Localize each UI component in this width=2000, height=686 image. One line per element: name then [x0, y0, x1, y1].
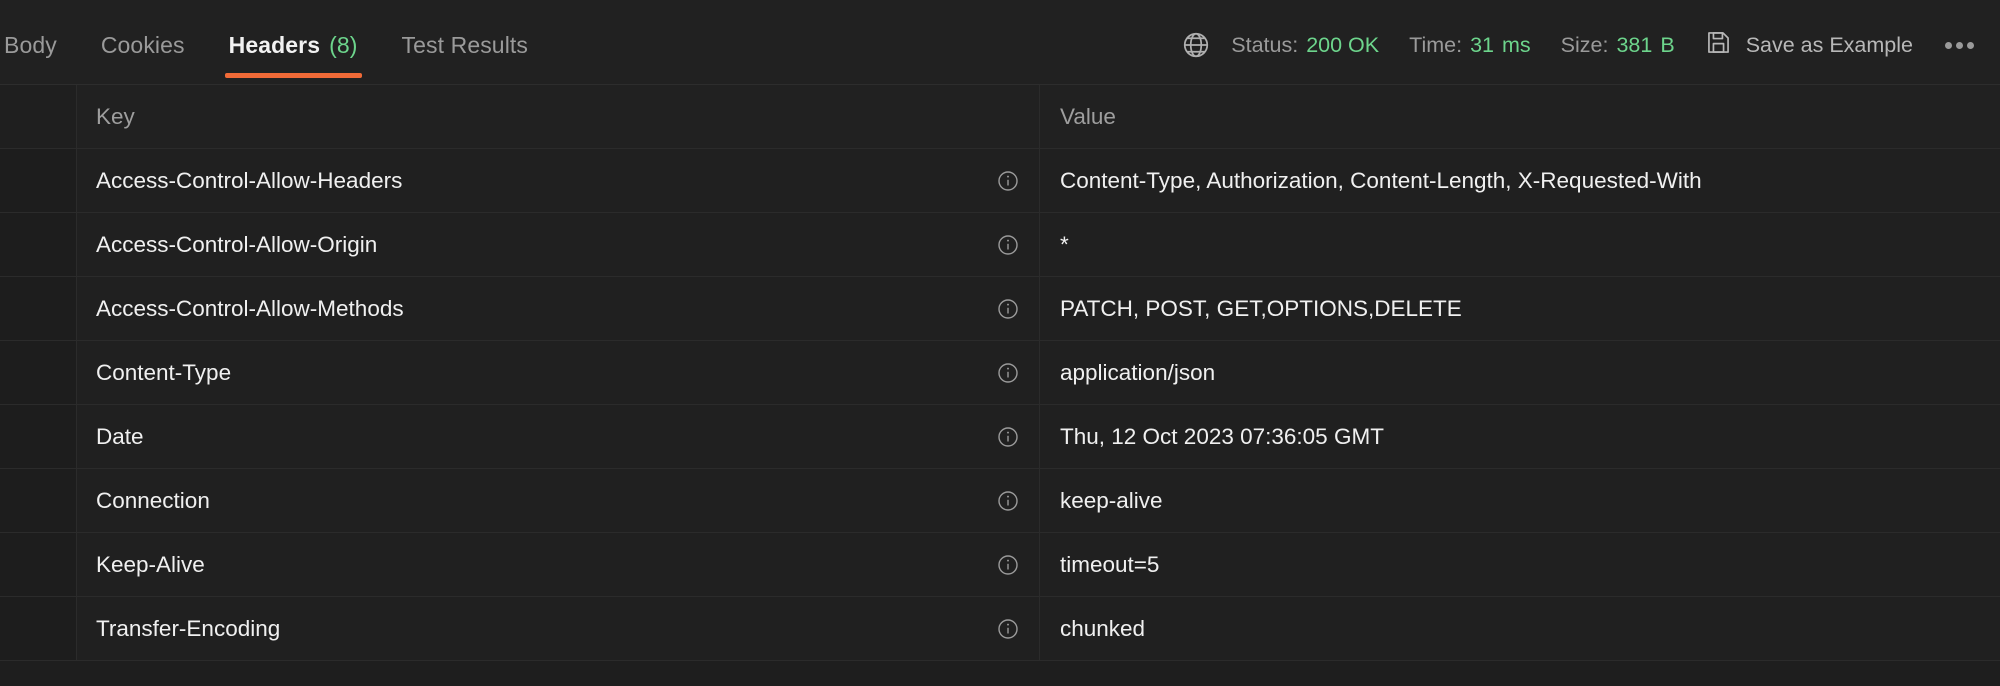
response-toolbar: Body Cookies Headers (8) Test Results St…: [0, 0, 2000, 85]
header-value-cell: *: [1040, 213, 2000, 276]
header-key-text: Keep-Alive: [96, 551, 205, 577]
tab-test-results[interactable]: Test Results: [380, 13, 550, 77]
header-key-cell: Access-Control-Allow-Origin: [77, 213, 1040, 276]
header-value-cell: keep-alive: [1040, 469, 2000, 532]
status-code-indicator: Status: 200 OK: [1231, 33, 1379, 58]
column-header-key: Key: [77, 85, 1040, 148]
info-icon[interactable]: [995, 296, 1021, 322]
header-value-text: chunked: [1060, 615, 1146, 641]
header-value-text: *: [1060, 231, 1069, 257]
time-unit: ms: [1501, 32, 1531, 57]
row-gutter: [0, 85, 77, 148]
table-footer-spacer: [0, 661, 2000, 686]
response-size-indicator: Size: 381 B: [1561, 33, 1675, 58]
tab-test-results-label: Test Results: [401, 31, 528, 58]
dot-3: [1967, 41, 1974, 49]
row-gutter: [0, 405, 77, 468]
info-icon[interactable]: [995, 552, 1021, 578]
response-status-cluster: Status: 200 OK Time: 31 ms Size: 381 B S…: [1173, 22, 2000, 68]
row-gutter: [0, 533, 77, 596]
header-key-text: Content-Type: [96, 359, 232, 385]
info-icon[interactable]: [995, 488, 1021, 514]
response-tabs: Body Cookies Headers (8) Test Results: [0, 13, 550, 78]
header-value-text: keep-alive: [1060, 487, 1163, 513]
header-value-cell: Thu, 12 Oct 2023 07:36:05 GMT: [1040, 405, 2000, 468]
header-value-cell: Content-Type, Authorization, Content-Len…: [1040, 149, 2000, 212]
dot-1: [1945, 41, 1952, 49]
header-key-cell: Connection: [77, 469, 1040, 532]
header-value-cell: PATCH, POST, GET,OPTIONS,DELETE: [1040, 277, 2000, 340]
tab-cookies-label: Cookies: [100, 31, 185, 58]
dot-2: [1956, 41, 1963, 49]
header-value-text: PATCH, POST, GET,OPTIONS,DELETE: [1060, 295, 1462, 321]
header-value-cell: timeout=5: [1040, 533, 2000, 596]
header-key-cell: Transfer-Encoding: [77, 597, 1040, 660]
table-row[interactable]: Date Thu, 12 Oct 2023 07:36:05 GMT: [0, 405, 2000, 469]
save-as-example-button[interactable]: Save as Example: [1705, 29, 1913, 62]
header-key-text: Access-Control-Allow-Origin: [96, 231, 378, 257]
header-value-cell: application/json: [1040, 341, 2000, 404]
table-row[interactable]: Access-Control-Allow-Headers Content-Typ…: [0, 149, 2000, 213]
table-row[interactable]: Connection keep-alive: [0, 469, 2000, 533]
column-header-value-label: Value: [1060, 103, 1116, 129]
info-icon[interactable]: [995, 616, 1021, 642]
globe-icon: [1173, 22, 1219, 68]
info-icon[interactable]: [995, 360, 1021, 386]
tab-body[interactable]: Body: [0, 13, 79, 77]
row-gutter: [0, 341, 77, 404]
tab-headers-count: (8): [329, 31, 358, 58]
header-key-cell: Keep-Alive: [77, 533, 1040, 596]
row-gutter: [0, 597, 77, 660]
row-gutter: [0, 149, 77, 212]
info-icon[interactable]: [995, 168, 1021, 194]
header-key-cell: Access-Control-Allow-Headers: [77, 149, 1040, 212]
header-key-text: Access-Control-Allow-Methods: [96, 295, 404, 321]
status-label: Status:: [1231, 32, 1299, 57]
time-value: 31: [1470, 32, 1494, 57]
row-gutter: [0, 469, 77, 532]
header-key-text: Date: [96, 423, 144, 449]
header-value-text: application/json: [1060, 359, 1216, 385]
row-gutter: [0, 277, 77, 340]
header-key-text: Access-Control-Allow-Headers: [96, 167, 403, 193]
more-options-icon[interactable]: [1941, 34, 1978, 57]
table-row[interactable]: Keep-Alive timeout=5: [0, 533, 2000, 597]
header-key-text: Connection: [96, 487, 210, 513]
save-as-example-label: Save as Example: [1745, 32, 1913, 57]
table-row[interactable]: Access-Control-Allow-Origin *: [0, 213, 2000, 277]
row-gutter: [0, 213, 77, 276]
table-row[interactable]: Transfer-Encoding chunked: [0, 597, 2000, 661]
size-unit: B: [1660, 32, 1675, 57]
tab-body-label: Body: [4, 31, 57, 58]
size-value: 381: [1616, 32, 1653, 57]
column-header-key-label: Key: [96, 103, 135, 129]
tab-headers-label: Headers: [228, 31, 321, 58]
save-icon: [1705, 29, 1732, 62]
column-header-value: Value: [1040, 85, 2000, 148]
header-value-text: Thu, 12 Oct 2023 07:36:05 GMT: [1060, 423, 1384, 449]
table-row[interactable]: Content-Type application/json: [0, 341, 2000, 405]
header-value-text: timeout=5: [1060, 551, 1160, 577]
header-value-cell: chunked: [1040, 597, 2000, 660]
status-value: 200 OK: [1306, 32, 1380, 57]
header-key-cell: Access-Control-Allow-Methods: [77, 277, 1040, 340]
table-row[interactable]: Access-Control-Allow-Methods PATCH, POST…: [0, 277, 2000, 341]
header-key-text: Transfer-Encoding: [96, 615, 281, 641]
tab-cookies[interactable]: Cookies: [79, 13, 207, 77]
header-key-cell: Date: [77, 405, 1040, 468]
header-value-text: Content-Type, Authorization, Content-Len…: [1060, 167, 1702, 193]
time-label: Time:: [1409, 32, 1463, 57]
info-icon[interactable]: [995, 232, 1021, 258]
info-icon[interactable]: [995, 424, 1021, 450]
response-time-indicator: Time: 31 ms: [1409, 33, 1531, 58]
size-label: Size:: [1560, 32, 1609, 57]
header-key-cell: Content-Type: [77, 341, 1040, 404]
tab-headers[interactable]: Headers (8): [207, 13, 380, 78]
table-header-row: Key Value: [0, 85, 2000, 149]
headers-table: Key Value Access-Control-Allow-Headers C…: [0, 85, 2000, 686]
